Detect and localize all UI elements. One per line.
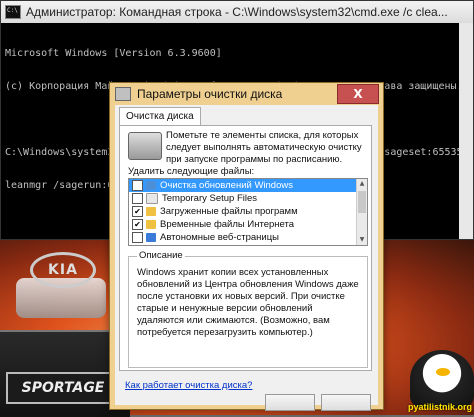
checkbox[interactable]: [132, 180, 143, 191]
windows-update-icon: [146, 181, 156, 190]
description-text: Windows хранит копии всех установленных …: [137, 267, 359, 338]
dialog-title: Параметры очистки диска: [137, 87, 283, 101]
tab-disk-cleanup[interactable]: Очистка диска: [119, 107, 201, 126]
scroll-up-icon[interactable]: ▲: [357, 179, 367, 189]
dialog-body: Очистка диска Пометьте те элементы списк…: [115, 105, 378, 411]
list-item[interactable]: Очистка обновлений Windows: [129, 179, 367, 192]
cancel-button[interactable]: [321, 394, 371, 411]
kia-logo: KIA: [30, 252, 96, 288]
description-group: Описание Windows хранит копии всех устан…: [128, 250, 368, 368]
list-item[interactable]: Temporary Setup Files: [129, 192, 367, 205]
offline-pages-icon: [146, 233, 156, 242]
cmd-icon: [5, 5, 21, 19]
site-watermark: pyatilistnik.org: [408, 402, 473, 412]
sportage-plate: SPORTAGE: [6, 372, 120, 404]
close-button[interactable]: X: [337, 84, 379, 104]
folder-icon: [146, 207, 156, 216]
intro-text: Пометьте те элементы списка, для которых…: [166, 130, 362, 165]
file-icon: [146, 193, 158, 204]
checkbox[interactable]: ✔: [132, 206, 143, 217]
list-item-label: Временные файлы Интернета: [160, 219, 295, 230]
checkbox[interactable]: ✔: [132, 219, 143, 230]
cmd-scrollbar[interactable]: [459, 23, 473, 239]
folder-icon: [146, 220, 156, 229]
files-listbox[interactable]: Очистка обновлений Windows Temporary Set…: [128, 178, 368, 246]
checkbox[interactable]: [132, 193, 143, 204]
cmd-line: Microsoft Windows [Version 6.3.9600]: [5, 48, 222, 59]
tab-panel: Пометьте те элементы списка, для которых…: [119, 125, 372, 371]
tux-beak-icon: [436, 368, 450, 376]
cmd-titlebar[interactable]: Администратор: Командная строка - C:\Win…: [1, 1, 473, 23]
files-label: Удалить следующие файлы:: [128, 166, 255, 177]
drive-broom-icon: [128, 132, 162, 160]
list-item-label: Автономные веб-страницы: [160, 232, 279, 243]
disk-cleanup-dialog: Параметры очистки диска X Очистка диска …: [109, 82, 384, 411]
list-item-label: Загруженные файлы программ: [160, 206, 298, 217]
list-item[interactable]: Автономные веб-страницы: [129, 231, 367, 244]
tux-penguin-icon: [410, 350, 474, 408]
scroll-thumb[interactable]: [358, 191, 366, 213]
list-item-label: Очистка обновлений Windows: [160, 180, 293, 191]
checkbox[interactable]: [132, 232, 143, 243]
cmd-title: Администратор: Командная строка - C:\Win…: [26, 5, 448, 19]
ok-button[interactable]: [265, 394, 315, 411]
help-link[interactable]: Как работает очистка диска?: [125, 380, 252, 391]
description-legend: Описание: [137, 250, 185, 261]
scroll-down-icon[interactable]: ▼: [357, 235, 367, 245]
disk-cleanup-icon: [115, 87, 131, 101]
list-item-label: Temporary Setup Files: [162, 193, 258, 204]
list-scrollbar[interactable]: ▲ ▼: [356, 179, 367, 245]
list-item[interactable]: ✔ Временные файлы Интернета: [129, 218, 367, 231]
list-item[interactable]: ✔ Загруженные файлы программ: [129, 205, 367, 218]
